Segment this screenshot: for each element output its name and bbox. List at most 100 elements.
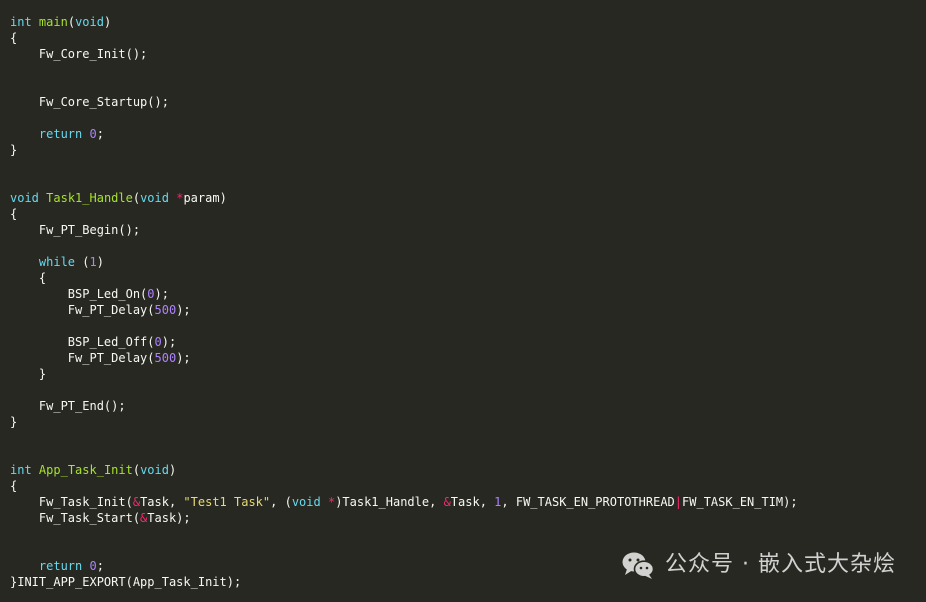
code-token: BSP_Led_On( [10,287,148,301]
code-token: { [10,271,47,285]
code-token: ) [168,463,177,477]
code-line: while (1) [10,254,798,270]
code-token: void [140,463,169,477]
code-token: | [674,495,683,509]
code-token: App_Task_Init [38,463,133,477]
code-token: Fw_Core_Startup(); [10,95,169,109]
code-token: }INIT_APP_EXPORT(App_Task_Init); [10,575,242,589]
code-token: void [75,15,104,29]
code-line: Fw_PT_Delay(500); [10,302,798,318]
code-token: ( [75,255,90,269]
code-token: 0 [147,287,155,301]
code-token: , FW_TASK_EN_PROTOTHREAD [501,495,675,509]
code-line: { [10,206,798,222]
code-line: BSP_Led_Off(0); [10,334,798,350]
code-token: 500 [154,351,177,365]
code-token: main [38,15,68,29]
code-token: 0 [89,559,97,573]
code-token: ( [132,191,141,205]
code-token: & [132,495,141,509]
code-token: void [10,191,39,205]
code-line: Fw_Core_Init(); [10,46,798,62]
code-line: int App_Task_Init(void) [10,462,798,478]
code-token: , ( [270,495,292,509]
code-token: ; [96,559,104,573]
code-token: FW_TASK_EN_TIM); [682,495,798,509]
code-token: ( [132,463,141,477]
code-line: Fw_Task_Start(&Task); [10,510,798,526]
code-token: ); [176,303,191,317]
code-line: } [10,366,798,382]
code-line: Fw_Task_Init(&Task, "Test1 Task", (void … [10,494,798,510]
code-line: void Task1_Handle(void *param) [10,190,798,206]
code-token: Task, [140,495,184,509]
code-line: { [10,270,798,286]
code-token: { [10,479,18,493]
code-token: { [10,207,18,221]
code-token: Fw_PT_End(); [10,399,126,413]
code-line: Fw_PT_End(); [10,398,798,414]
code-token: Fw_Task_Init( [10,495,133,509]
code-token: while [38,255,76,269]
code-line: { [10,478,798,494]
code-token: "Test1 Task" [183,495,271,509]
code-token: int [10,15,32,29]
code-token: } [10,143,18,157]
code-token: 0 [89,127,97,141]
code-token: ); [161,335,177,349]
code-token: Task1_Handle [46,191,133,205]
code-token: )Task1_Handle, [335,495,444,509]
code-token: BSP_Led_Off( [10,335,155,349]
code-line: int main(void) [10,14,798,30]
code-token: void [291,495,321,509]
code-token: & [443,495,451,509]
code-editor[interactable]: int main(void){ Fw_Core_Init(); Fw_Core_… [0,0,926,602]
code-token: Fw_PT_Begin(); [10,223,141,237]
code-token: } [10,415,18,429]
code-token: Fw_Task_Start( [10,511,141,525]
wechat-icon [621,550,655,580]
code-line: Fw_Core_Startup(); [10,94,798,110]
code-token: ); [154,287,169,301]
code-token: ; [96,127,104,141]
code-line: BSP_Led_On(0); [10,286,798,302]
code-line: } [10,142,798,158]
code-token: Task); [147,511,191,525]
code-token: 1 [89,255,97,269]
code-token: void [140,191,169,205]
code-block[interactable]: int main(void){ Fw_Core_Init(); Fw_Core_… [10,14,798,590]
code-token: Fw_Core_Init(); [10,47,148,61]
code-token: } [10,367,47,381]
code-token: return [38,559,83,573]
code-token: int [10,463,32,477]
code-line: return 0; [10,126,798,142]
code-token: ); [176,351,191,365]
code-token: Fw_PT_Delay( [10,351,155,365]
code-line: { [10,30,798,46]
code-line: } [10,414,798,430]
code-token: return [38,127,83,141]
watermark-text: 公众号 · 嵌入式大杂烩 [665,552,896,577]
code-line: Fw_PT_Begin(); [10,222,798,238]
code-token: Task, [450,495,495,509]
code-token: param) [183,191,227,205]
